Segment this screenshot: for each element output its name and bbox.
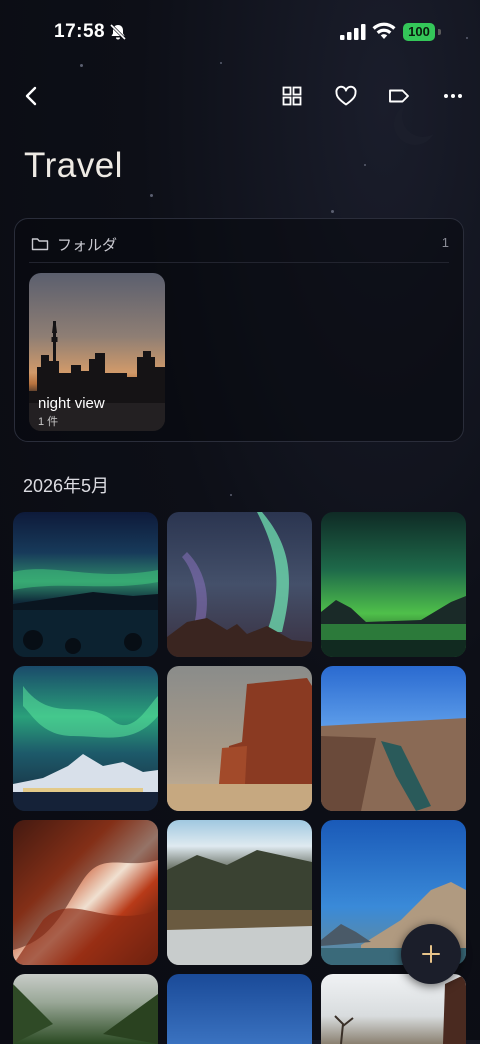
more-horizontal-icon [444, 94, 462, 98]
divider [29, 262, 449, 263]
photo-thumbnail[interactable] [321, 512, 466, 657]
star-decoration [150, 194, 153, 197]
back-button[interactable] [16, 80, 48, 112]
folder-section: フォルダ 1 night view 1 件 [14, 218, 464, 442]
star-decoration [230, 494, 232, 496]
bell-off-icon [109, 23, 127, 41]
cellular-signal-icon [340, 24, 366, 40]
photo-thumbnail[interactable] [13, 974, 158, 1044]
photo-thumbnail[interactable] [13, 666, 158, 811]
aurora-snowy-village-image [13, 686, 158, 811]
star-decoration [364, 164, 366, 166]
more-options-button[interactable] [437, 80, 469, 112]
chevron-left-icon [25, 86, 37, 106]
battery-tip [438, 29, 441, 35]
photo-thumbnail[interactable] [167, 974, 312, 1044]
folder-icon [31, 238, 49, 251]
favorite-button[interactable] [330, 80, 362, 112]
grid-icon [282, 86, 302, 106]
aurora-lake-night-image [13, 569, 158, 657]
folder-count: 1 [441, 235, 449, 250]
mountain-valley-sun-image [167, 850, 312, 965]
aurora-reflection-lake-image [321, 596, 466, 657]
heart-icon [335, 85, 357, 106]
tag-icon [389, 89, 409, 103]
red-slot-canyon-image [13, 820, 158, 965]
tag-button[interactable] [383, 80, 415, 112]
status-time: 17:58 [54, 21, 106, 42]
album-name: night view [38, 395, 105, 412]
folder-header[interactable]: フォルダ 1 [31, 233, 449, 257]
river-canyon-image [321, 718, 466, 811]
photo-thumbnail[interactable] [167, 512, 312, 657]
status-bar: 17:58 100 [0, 0, 480, 64]
green-mountain-valley-image [13, 984, 158, 1044]
photo-thumbnail[interactable] [321, 974, 466, 1044]
star-decoration [331, 210, 334, 213]
photo-thumbnail[interactable] [321, 666, 466, 811]
plus-icon [422, 945, 440, 963]
photo-thumbnail[interactable] [13, 820, 158, 965]
page-title: Travel [24, 146, 123, 185]
album-card[interactable]: night view 1 件 [29, 273, 165, 431]
top-toolbar [0, 80, 480, 116]
add-button[interactable] [401, 924, 461, 984]
battery-indicator: 100 [403, 23, 435, 41]
date-section-header: 2026年5月 [23, 476, 110, 496]
wifi-icon [372, 22, 396, 39]
bare-tree-rock-image [334, 974, 466, 1044]
photo-thumbnail[interactable] [167, 666, 312, 811]
album-count: 1 件 [38, 416, 59, 428]
aurora-over-mountain-peaks-image [167, 512, 312, 657]
star-decoration [80, 64, 83, 67]
red-cliff-desert-image [167, 678, 312, 811]
grid-view-button[interactable] [276, 80, 308, 112]
photo-thumbnail[interactable] [13, 512, 158, 657]
folder-label: フォルダ [57, 237, 118, 254]
photo-thumbnail[interactable] [167, 820, 312, 965]
